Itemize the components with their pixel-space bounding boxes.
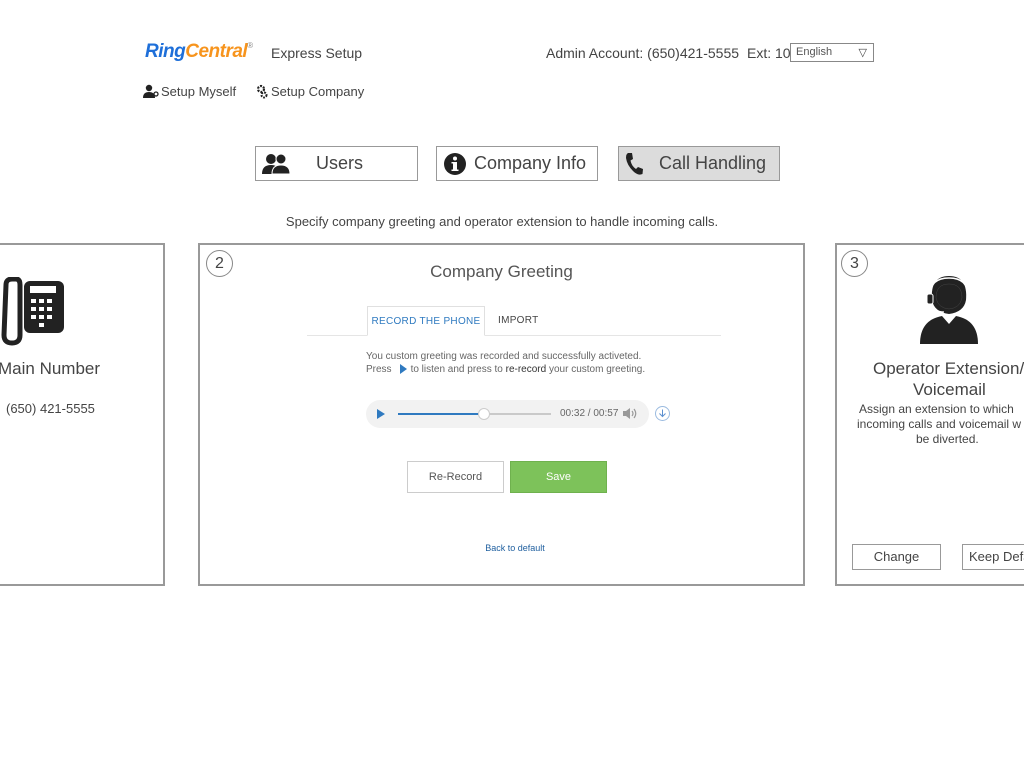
setup-company-label: Setup Company (271, 84, 365, 99)
language-value: English (796, 46, 833, 58)
volume-icon[interactable] (622, 407, 638, 420)
tab-company-info[interactable]: Company Info (436, 146, 598, 181)
admin-account: Admin Account: (650)421-5555 (546, 45, 740, 61)
progress-knob[interactable] (477, 408, 490, 420)
change-button[interactable]: Change (852, 544, 941, 570)
playback-time: 00:32 / 00:57 (560, 408, 619, 419)
greeting-message-line1: You custom greeting was recorded and suc… (366, 351, 642, 362)
tab-users-label: Users (316, 153, 364, 173)
users-icon (262, 153, 290, 175)
operator-description: Assign an extension to which incoming ca… (857, 402, 1024, 447)
operator-desc-line1: Assign an extension to which (859, 402, 1014, 416)
operator-title-line1: Operator Extension/ (873, 359, 1024, 378)
operator-title: Operator Extension/ Voicemail (873, 358, 1024, 400)
play-icon (399, 364, 407, 375)
admin-account-info: Admin Account: (650)421-5555 Ext: 101 (546, 45, 798, 61)
greeting-sub-tabs: RECORD THE PHONE IMPORT (307, 306, 721, 336)
save-button[interactable]: Save (510, 461, 607, 493)
message-end: your custom greeting. (548, 364, 646, 375)
operator-headset-icon (920, 276, 978, 344)
gears-icon (256, 84, 268, 99)
tab-import[interactable]: IMPORT (498, 306, 539, 336)
tab-call-handling-label: Call Handling (659, 153, 767, 173)
greeting-message-line2: Press to listen and press to re-record yo… (366, 363, 645, 376)
page-subtitle: Specify company greeting and operator ex… (285, 214, 719, 229)
re-record-button[interactable]: Re-Record (407, 461, 504, 493)
audio-player: 00:32 / 00:57 (366, 400, 649, 428)
desk-phone-icon (1, 277, 64, 346)
message-listen: to listen and press to (410, 364, 503, 375)
message-rerecord: re-record (505, 364, 547, 375)
phone-handset-icon (626, 153, 643, 175)
main-number-card: Main Number (650) 421-5555 (0, 243, 165, 586)
chevron-down-icon: ▽ (858, 47, 867, 59)
greeting-status-message: You custom greeting was recorded and suc… (366, 350, 645, 376)
greeting-title: Company Greeting (430, 262, 573, 281)
progress-track[interactable] (398, 408, 551, 420)
download-arrow-icon (659, 409, 666, 418)
language-select[interactable]: English ▽ (790, 43, 874, 62)
setup-myself-label: Setup Myself (161, 84, 237, 99)
main-number-title: Main Number (0, 359, 101, 378)
step-number: 3 (841, 250, 868, 277)
logo-ring-text: Ring (145, 41, 186, 62)
tab-call-handling[interactable]: Call Handling (618, 146, 780, 181)
operator-title-line2: Voicemail (913, 380, 986, 399)
setup-company-link[interactable]: Setup Company (256, 84, 364, 99)
download-button[interactable] (655, 406, 670, 421)
message-press: Press (366, 364, 392, 375)
setup-myself-link[interactable]: Setup Myself (143, 84, 236, 99)
operator-extension-card: 3 Operator Extension/ Voicemail Assign a… (835, 243, 1024, 586)
company-greeting-card: 2 Company Greeting RECORD THE PHONE IMPO… (198, 243, 805, 586)
info-icon (444, 153, 466, 175)
tab-record-the-phone[interactable]: RECORD THE PHONE (367, 306, 485, 336)
ringcentral-logo: RingCentral® (145, 41, 253, 62)
main-number-value: (650) 421-5555 (6, 401, 95, 416)
tab-users[interactable]: Users (255, 146, 418, 181)
progress-fill (398, 413, 484, 415)
operator-desc-line3: be diverted. (916, 432, 979, 446)
operator-desc-line2: incoming calls and voicemail w (857, 417, 1022, 431)
user-gear-icon (143, 84, 159, 98)
app-name: Express Setup (271, 45, 363, 61)
play-button[interactable] (377, 409, 385, 419)
tab-company-info-label: Company Info (474, 153, 587, 173)
logo-central-text: Central (185, 41, 248, 62)
back-to-default-link[interactable]: Back to default (200, 543, 803, 553)
keep-default-button[interactable]: Keep Default (962, 544, 1024, 570)
